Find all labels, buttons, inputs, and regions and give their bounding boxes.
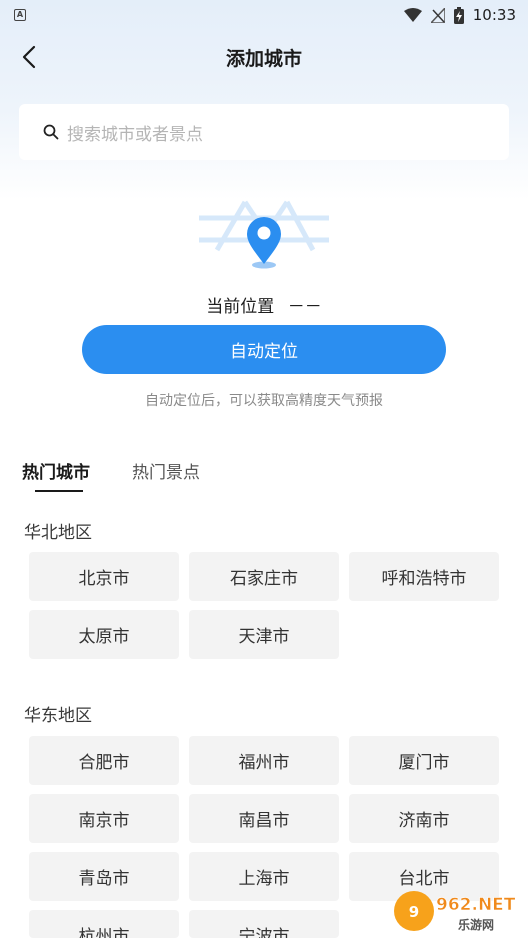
city-button[interactable]: 天津市 — [189, 610, 339, 659]
city-button[interactable]: 宁波市 — [189, 910, 339, 938]
page-title: 添加城市 — [225, 48, 302, 70]
city-button[interactable]: 合肥市 — [29, 736, 179, 785]
current-location-value: －－ — [287, 297, 322, 317]
city-button-label: 宁波市 — [238, 927, 290, 938]
header-background — [0, 0, 528, 200]
city-button[interactable]: 济南市 — [349, 794, 499, 843]
nav-bar: 添加城市 — [0, 34, 528, 80]
auto-locate-button[interactable]: 自动定位 — [82, 325, 446, 374]
status-time: 10:33 — [472, 6, 516, 24]
region-title-north: 华北地区 — [24, 523, 92, 543]
wifi-icon — [403, 8, 422, 22]
location-pin-icon — [199, 200, 329, 269]
no-signal-icon — [430, 7, 445, 23]
search-input[interactable]: 搜索城市或者景点 — [19, 104, 509, 160]
city-button[interactable]: 厦门市 — [349, 736, 499, 785]
app-notification-icon: A — [14, 9, 26, 21]
search-placeholder: 搜索城市或者景点 — [67, 124, 203, 145]
search-icon — [43, 124, 59, 140]
current-location-label: 当前位置 — [206, 297, 275, 317]
city-button[interactable]: 福州市 — [189, 736, 339, 785]
city-button[interactable]: 杭州市 — [29, 910, 179, 938]
watermark-brand: 962.NET — [436, 895, 516, 915]
auto-locate-hint: 自动定位后，可以获取高精度天气预报 — [145, 393, 383, 409]
city-button[interactable]: 呼和浩特市 — [349, 552, 499, 601]
city-button[interactable]: 太原市 — [29, 610, 179, 659]
current-location: 当前位置 －－ — [0, 292, 528, 317]
watermark-brand-badge: 9 — [409, 903, 419, 921]
tab-hot-cities[interactable]: 热门城市 — [22, 458, 90, 494]
tab-hot-attractions[interactable]: 热门景点 — [132, 458, 200, 494]
active-tab-indicator — [35, 490, 83, 492]
city-button[interactable]: 上海市 — [189, 852, 339, 901]
city-button[interactable]: 南京市 — [29, 794, 179, 843]
city-button[interactable]: 青岛市 — [29, 852, 179, 901]
city-button[interactable]: 北京市 — [29, 552, 179, 601]
city-button-label: 杭州市 — [78, 927, 130, 938]
region-title-east: 华东地区 — [24, 706, 92, 726]
watermark-logo: 9 962.NET 乐游网 — [394, 891, 516, 932]
city-button[interactable]: 南昌市 — [189, 794, 339, 843]
city-button[interactable]: 石家庄市 — [189, 552, 339, 601]
battery-charging-icon — [453, 6, 464, 24]
tab-bar: 热门城市 热门景点 — [22, 458, 242, 494]
watermark-sub: 乐游网 — [458, 917, 494, 932]
status-bar: A 10:33 — [0, 0, 528, 30]
